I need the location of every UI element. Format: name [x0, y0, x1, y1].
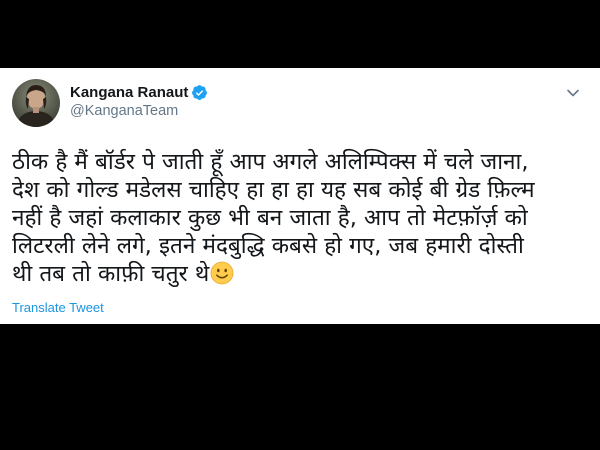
- tweet-line: देश को गोल्ड मडेलस चाहिए हा हा हा यह सब …: [12, 177, 535, 203]
- avatar[interactable]: [12, 79, 60, 127]
- translate-tweet-link[interactable]: Translate Tweet: [12, 300, 104, 315]
- tweet-text: ठीक है मैं बॉर्डर पे जाती हूँ आप अगले अल…: [12, 148, 592, 288]
- tweet-line: नहीं है जहां कलाकार कुछ भी बन जाता है, आ…: [12, 205, 528, 231]
- tweet-line: ठीक है मैं बॉर्डर पे जाती हूँ आप अगले अल…: [12, 149, 529, 175]
- verified-badge-icon: [191, 84, 208, 101]
- user-handle[interactable]: @KanganaTeam: [70, 103, 208, 119]
- chevron-down-icon[interactable]: [566, 86, 580, 100]
- smiley-emoji-icon: [210, 261, 234, 285]
- name-row: Kangana Ranaut: [70, 82, 208, 102]
- tweet-line: लिटरली लेने लगे, इतने मंदबुद्धि कबसे हो …: [12, 233, 524, 259]
- tweet-author: Kangana Ranaut @KanganaTeam: [70, 82, 208, 119]
- tweet-line: थी तब तो काफ़ी चतुर थे: [12, 261, 210, 287]
- tweet-card: Kangana Ranaut @KanganaTeam ठीक है मैं ब…: [0, 68, 600, 324]
- display-name[interactable]: Kangana Ranaut: [70, 84, 188, 101]
- screenshot-frame: Kangana Ranaut @KanganaTeam ठीक है मैं ब…: [0, 0, 600, 450]
